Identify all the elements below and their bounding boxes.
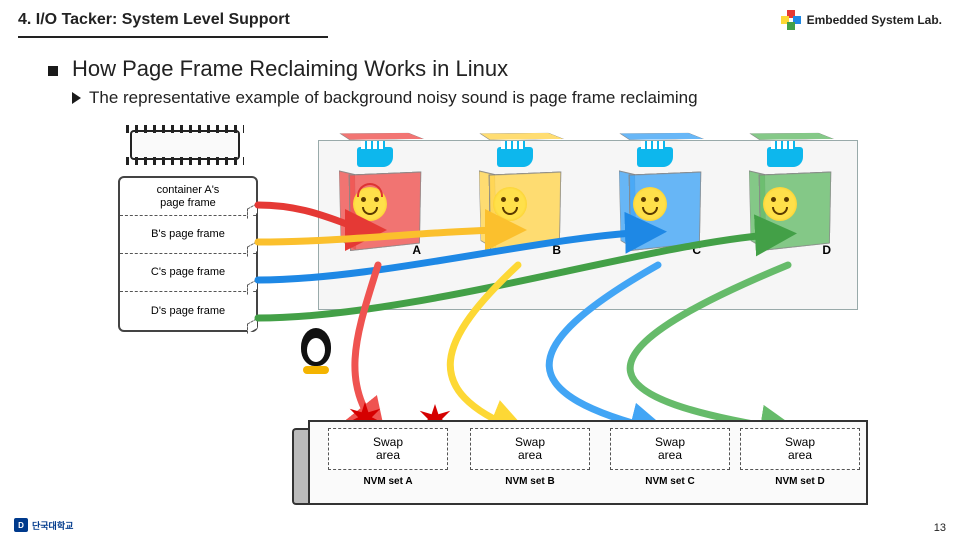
subheading-text: The representative example of background… [89, 88, 698, 108]
lab-name: Embedded System Lab. [807, 13, 942, 27]
nvm-set-label: NVM set A [328, 476, 448, 487]
container-d: D [749, 161, 839, 261]
container-c: C [619, 161, 709, 261]
container-label: D [822, 243, 831, 257]
page-frame-row: C's page frame [120, 254, 256, 292]
heading-row: How Page Frame Reclaiming Works in Linux [48, 56, 920, 82]
container-label: B [552, 243, 561, 257]
swap-area: Swap area [740, 428, 860, 470]
shield-icon: D [14, 518, 28, 532]
subheading-row: The representative example of background… [72, 88, 920, 108]
swap-area: Swap area [328, 428, 448, 470]
ram-chip-icon [130, 130, 240, 160]
lab-logo-icon [781, 10, 801, 30]
docker-icon [357, 147, 393, 167]
university-logo: D 단국대학교 [14, 518, 73, 532]
page-frame-row: D's page frame [120, 292, 256, 330]
university-name: 단국대학교 [32, 519, 73, 532]
container-a: A [339, 161, 429, 261]
nvm-set-c: Swap area NVM set C [610, 428, 730, 487]
container-b: B [479, 161, 569, 261]
heading-text: How Page Frame Reclaiming Works in Linux [72, 56, 508, 82]
happy-emoji-icon [633, 187, 667, 221]
happy-emoji-icon [763, 187, 797, 221]
page-frame-row: B's page frame [120, 216, 256, 254]
docker-icon [637, 147, 673, 167]
swap-area: Swap area [470, 428, 590, 470]
square-bullet-icon [48, 66, 58, 76]
docker-icon [767, 147, 803, 167]
triangle-bullet-icon [72, 92, 81, 104]
ssd-device: Swap area NVM set A Swap area NVM set B … [308, 420, 868, 505]
docker-icon [497, 147, 533, 167]
noisy-emoji-icon [353, 187, 387, 221]
nvm-set-label: NVM set C [610, 476, 730, 487]
nvm-set-a: Swap area NVM set A [328, 428, 448, 487]
diagram-canvas: container A's page frame B's page frame … [118, 130, 920, 490]
happy-emoji-icon [493, 187, 527, 221]
page-frame-stack: container A's page frame B's page frame … [118, 176, 258, 332]
nvm-set-b: Swap area NVM set B [470, 428, 590, 487]
nvm-set-d: Swap area NVM set D [740, 428, 860, 487]
slide-header: 4. I/O Tacker: System Level Support Embe… [0, 0, 960, 34]
swap-area: Swap area [610, 428, 730, 470]
container-stage: A B C D [318, 140, 858, 310]
container-label: C [692, 243, 701, 257]
nvm-set-label: NVM set D [740, 476, 860, 487]
section-title: 4. I/O Tacker: System Level Support [18, 11, 290, 29]
linux-penguin-icon [298, 328, 334, 372]
page-frame-row: container A's page frame [120, 178, 256, 216]
ram-block: container A's page frame B's page frame … [118, 130, 268, 332]
page-number: 13 [934, 522, 946, 534]
nvm-set-label: NVM set B [470, 476, 590, 487]
lab-brand: Embedded System Lab. [781, 10, 942, 30]
container-label: A [412, 243, 421, 257]
